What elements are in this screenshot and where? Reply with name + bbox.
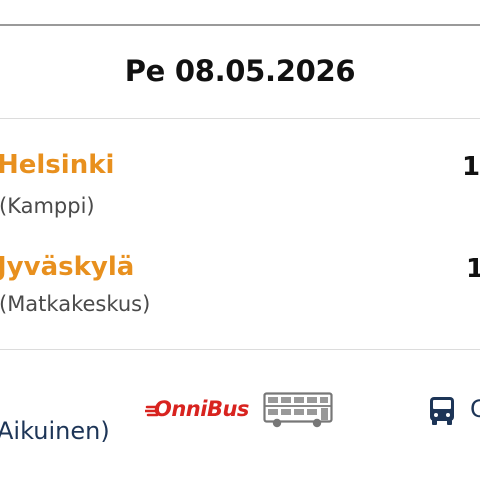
departure-time: 14	[462, 152, 480, 182]
divider	[0, 118, 480, 119]
bus-icon	[430, 397, 454, 425]
arrival-city: Jyväskylä	[0, 252, 135, 282]
divider	[0, 349, 480, 350]
onnibus-logo: OnniBus	[145, 392, 337, 432]
vehicle-label: C	[470, 395, 480, 423]
trip-date: Pe 08.05.2026	[124, 54, 356, 88]
departure-city: Helsinki	[0, 150, 115, 180]
operator-name: OnniBus	[154, 397, 249, 421]
vehicle-info-button[interactable]: C	[426, 392, 480, 430]
top-divider	[0, 24, 480, 26]
arrival-station: (Matkakeskus)	[0, 292, 151, 316]
passenger-type: Aikuinen)	[0, 417, 110, 445]
arrival-time: 1	[466, 254, 480, 284]
trip-details-screen: Pe 08.05.2026 Helsinki (Kamppi) 14 Jyväs…	[0, 0, 480, 480]
departure-station: (Kamppi)	[0, 194, 95, 218]
double-decker-bus-icon	[263, 392, 333, 428]
